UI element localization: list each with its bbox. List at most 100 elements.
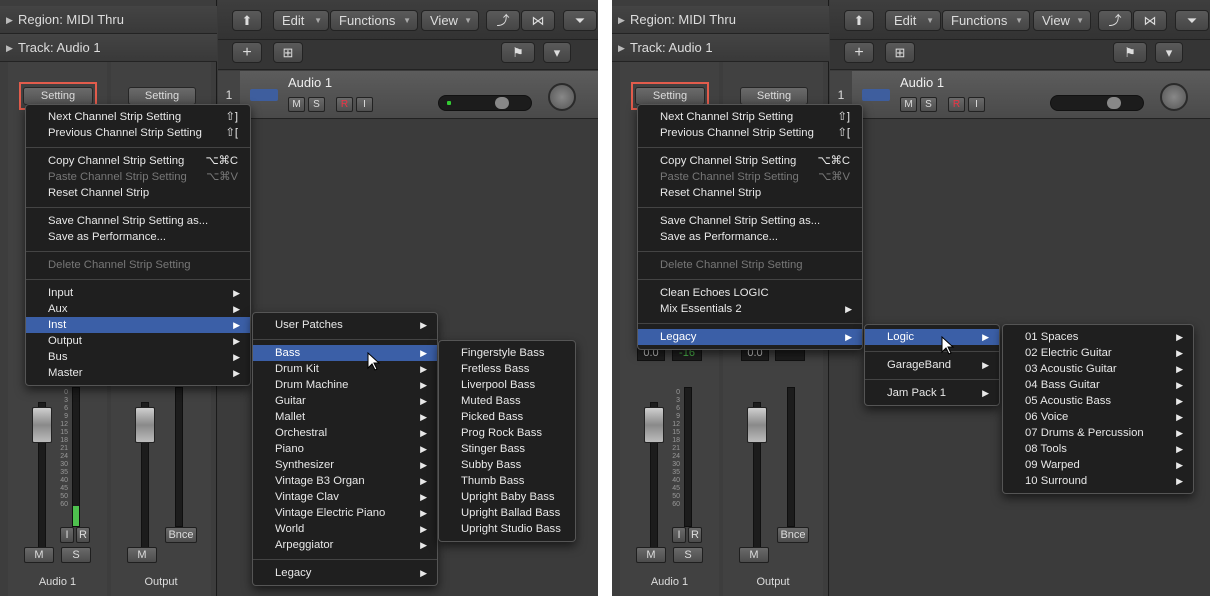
menu-item-output[interactable]: Output ▶ bbox=[26, 333, 250, 349]
automation-icon[interactable]: ⤴ bbox=[1098, 10, 1132, 31]
menu-item-copy-channel-strip-setting[interactable]: Copy Channel Strip Setting ⌥⌘C bbox=[26, 153, 250, 169]
track-record-button[interactable]: R bbox=[336, 97, 353, 112]
record-button[interactable]: R bbox=[76, 527, 90, 543]
menu-item-logic[interactable]: Logic ▶ bbox=[865, 329, 999, 345]
menu-item-previous-channel-strip-setting[interactable]: Previous Channel Strip Setting ⇧[ bbox=[638, 125, 862, 141]
menu-item-muted-bass[interactable]: Muted Bass bbox=[439, 393, 575, 409]
add-folder-icon[interactable]: ⊞ bbox=[885, 42, 915, 63]
menu-item-save-channel-strip-setting-as[interactable]: Save Channel Strip Setting as... bbox=[638, 213, 862, 229]
menu-item-liverpool-bass[interactable]: Liverpool Bass bbox=[439, 377, 575, 393]
collapse-icon[interactable]: ▾ bbox=[1155, 42, 1183, 63]
menu-item-vintage-electric-piano[interactable]: Vintage Electric Piano ▶ bbox=[253, 505, 437, 521]
menu-item-save-as-performance[interactable]: Save as Performance... bbox=[638, 229, 862, 245]
pan-knob[interactable] bbox=[548, 83, 576, 111]
menu-item-fretless-bass[interactable]: Fretless Bass bbox=[439, 361, 575, 377]
menu-item-08-tools[interactable]: 08 Tools ▶ bbox=[1003, 441, 1193, 457]
menu-item-input[interactable]: Input ▶ bbox=[26, 285, 250, 301]
track-input-button[interactable]: I bbox=[968, 97, 985, 112]
slider-knob[interactable] bbox=[1107, 97, 1121, 109]
menu-item-mallet[interactable]: Mallet ▶ bbox=[253, 409, 437, 425]
bounce-button[interactable]: Bnce bbox=[777, 527, 809, 543]
flex-icon[interactable]: ⋈ bbox=[1133, 10, 1167, 31]
setting-button-output[interactable]: Setting bbox=[740, 87, 808, 105]
menu-item-drum-machine[interactable]: Drum Machine ▶ bbox=[253, 377, 437, 393]
menu-item-10-surround[interactable]: 10 Surround ▶ bbox=[1003, 473, 1193, 489]
menu-item-vintage-clav[interactable]: Vintage Clav ▶ bbox=[253, 489, 437, 505]
menu-item-upright-studio-bass[interactable]: Upright Studio Bass bbox=[439, 521, 575, 537]
volume-fader-cap[interactable] bbox=[747, 407, 767, 443]
track-disclosure[interactable]: ▶ Track: Audio 1 bbox=[612, 34, 829, 62]
menu-item-02-electric-guitar[interactable]: 02 Electric Guitar ▶ bbox=[1003, 345, 1193, 361]
flag-icon[interactable]: ⚑ bbox=[501, 42, 535, 63]
track-row[interactable]: 1 Audio 1 M S R I bbox=[830, 71, 1210, 119]
view-menu[interactable]: View ▼ bbox=[1033, 10, 1091, 31]
edit-menu[interactable]: Edit ▼ bbox=[885, 10, 941, 31]
collapse-icon[interactable]: ▾ bbox=[543, 42, 571, 63]
menu-item-01-spaces[interactable]: 01 Spaces ▶ bbox=[1003, 329, 1193, 345]
region-disclosure[interactable]: ▶ Region: MIDI Thru bbox=[612, 6, 829, 34]
flag-icon[interactable]: ⚑ bbox=[1113, 42, 1147, 63]
pan-knob[interactable] bbox=[1160, 83, 1188, 111]
menu-item-garageband[interactable]: GarageBand ▶ bbox=[865, 357, 999, 373]
mute-button[interactable]: M bbox=[24, 547, 54, 563]
menu-item-thumb-bass[interactable]: Thumb Bass bbox=[439, 473, 575, 489]
track-volume-slider[interactable] bbox=[1050, 95, 1144, 111]
mute-button[interactable]: M bbox=[636, 547, 666, 563]
menu-item-jam-pack-1[interactable]: Jam Pack 1 ▶ bbox=[865, 385, 999, 401]
menu-item-prog-rock-bass[interactable]: Prog Rock Bass bbox=[439, 425, 575, 441]
menu-item-guitar[interactable]: Guitar ▶ bbox=[253, 393, 437, 409]
menu-item-synthesizer[interactable]: Synthesizer ▶ bbox=[253, 457, 437, 473]
menu-item-copy-channel-strip-setting[interactable]: Copy Channel Strip Setting ⌥⌘C bbox=[638, 153, 862, 169]
filter-icon[interactable]: ⏷ bbox=[563, 10, 597, 31]
track-input-button[interactable]: I bbox=[356, 97, 373, 112]
menu-item-bass[interactable]: Bass ▶ bbox=[253, 345, 437, 361]
menu-item-save-channel-strip-setting-as[interactable]: Save Channel Strip Setting as... bbox=[26, 213, 250, 229]
volume-fader-cap[interactable] bbox=[32, 407, 52, 443]
menu-item-06-voice[interactable]: 06 Voice ▶ bbox=[1003, 409, 1193, 425]
view-menu[interactable]: View ▼ bbox=[421, 10, 479, 31]
slider-knob[interactable] bbox=[495, 97, 509, 109]
menu-item-orchestral[interactable]: Orchestral ▶ bbox=[253, 425, 437, 441]
menu-item-09-warped[interactable]: 09 Warped ▶ bbox=[1003, 457, 1193, 473]
menu-item-upright-baby-bass[interactable]: Upright Baby Bass bbox=[439, 489, 575, 505]
track-row[interactable]: 1 Audio 1 M S R I bbox=[218, 71, 598, 119]
flex-icon[interactable]: ⋈ bbox=[521, 10, 555, 31]
menu-item-stinger-bass[interactable]: Stinger Bass bbox=[439, 441, 575, 457]
functions-menu[interactable]: Functions ▼ bbox=[942, 10, 1030, 31]
menu-item-07-drums-percussion[interactable]: 07 Drums & Percussion ▶ bbox=[1003, 425, 1193, 441]
menu-item-05-acoustic-bass[interactable]: 05 Acoustic Bass ▶ bbox=[1003, 393, 1193, 409]
volume-fader-cap[interactable] bbox=[644, 407, 664, 443]
track-solo-button[interactable]: S bbox=[308, 97, 325, 112]
solo-button[interactable]: S bbox=[673, 547, 703, 563]
menu-item-drum-kit[interactable]: Drum Kit ▶ bbox=[253, 361, 437, 377]
menu-item-fingerstyle-bass[interactable]: Fingerstyle Bass bbox=[439, 345, 575, 361]
track-disclosure[interactable]: ▶ Track: Audio 1 bbox=[0, 34, 217, 62]
menu-item-reset-channel-strip[interactable]: Reset Channel Strip bbox=[26, 185, 250, 201]
menu-item-04-bass-guitar[interactable]: 04 Bass Guitar ▶ bbox=[1003, 377, 1193, 393]
menu-item-legacy[interactable]: Legacy ▶ bbox=[253, 565, 437, 581]
menu-item-03-acoustic-guitar[interactable]: 03 Acoustic Guitar ▶ bbox=[1003, 361, 1193, 377]
region-disclosure[interactable]: ▶ Region: MIDI Thru bbox=[0, 6, 217, 34]
menu-item-vintage-b3-organ[interactable]: Vintage B3 Organ ▶ bbox=[253, 473, 437, 489]
menu-item-aux[interactable]: Aux ▶ bbox=[26, 301, 250, 317]
menu-item-subby-bass[interactable]: Subby Bass bbox=[439, 457, 575, 473]
filter-icon[interactable]: ⏷ bbox=[1175, 10, 1209, 31]
menu-item-bus[interactable]: Bus ▶ bbox=[26, 349, 250, 365]
menu-item-picked-bass[interactable]: Picked Bass bbox=[439, 409, 575, 425]
menu-item-clean-echoes-logic[interactable]: Clean Echoes LOGIC bbox=[638, 285, 862, 301]
menu-item-previous-channel-strip-setting[interactable]: Previous Channel Strip Setting ⇧[ bbox=[26, 125, 250, 141]
menu-item-next-channel-strip-setting[interactable]: Next Channel Strip Setting ⇧] bbox=[638, 109, 862, 125]
mute-button[interactable]: M bbox=[127, 547, 157, 563]
track-solo-button[interactable]: S bbox=[920, 97, 937, 112]
input-monitor-button[interactable]: I bbox=[672, 527, 686, 543]
menu-item-upright-ballad-bass[interactable]: Upright Ballad Bass bbox=[439, 505, 575, 521]
add-folder-icon[interactable]: ⊞ bbox=[273, 42, 303, 63]
menu-item-inst[interactable]: Inst ▶ bbox=[26, 317, 250, 333]
menu-item-user-patches[interactable]: User Patches ▶ bbox=[253, 317, 437, 333]
track-mute-button[interactable]: M bbox=[288, 97, 305, 112]
menu-item-master[interactable]: Master ▶ bbox=[26, 365, 250, 381]
functions-menu[interactable]: Functions ▼ bbox=[330, 10, 418, 31]
menu-item-world[interactable]: World ▶ bbox=[253, 521, 437, 537]
mute-button[interactable]: M bbox=[739, 547, 769, 563]
bounce-button[interactable]: Bnce bbox=[165, 527, 197, 543]
